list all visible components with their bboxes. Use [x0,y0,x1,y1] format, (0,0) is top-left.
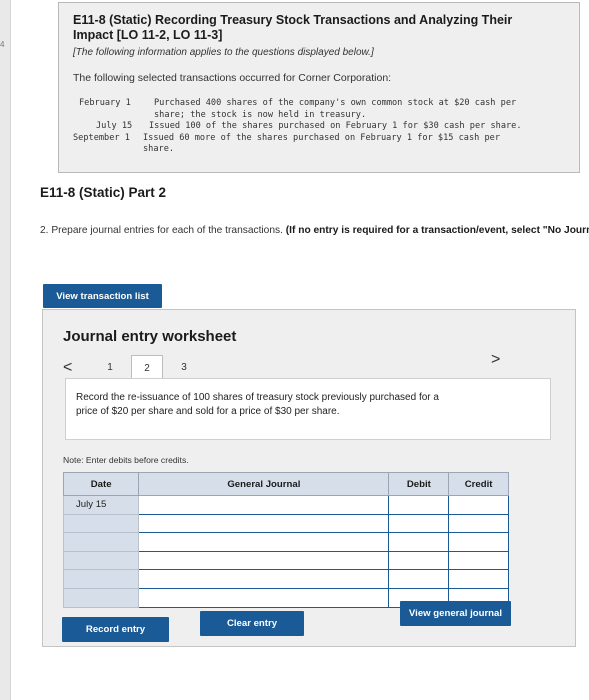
part-title: E11-8 (Static) Part 2 [40,185,167,200]
date-cell [62,550,140,571]
date-column-header: Date [62,472,140,496]
worksheet-title: Journal entry worksheet [63,328,237,345]
transaction-description: share. [143,144,175,154]
credit-input[interactable] [448,569,509,589]
transaction-date: February 1 [79,98,131,108]
note-text: Note: Enter debits before credits. [63,455,189,465]
record-entry-button[interactable]: Record entry [62,617,169,642]
transaction-description: Issued 100 of the shares purchased on Fe… [149,121,522,131]
journal-row [62,569,509,589]
question-instruction: (If no entry is required for a transacti… [285,225,589,236]
date-cell [62,587,140,608]
account-column-header: General Journal [138,472,390,496]
credit-input[interactable] [448,495,509,515]
debit-column-header: Debit [388,472,450,496]
credit-input[interactable] [448,550,509,571]
view-general-journal-button[interactable]: View general journal [400,601,511,626]
prev-arrow-icon[interactable]: < [63,360,72,376]
tab-1[interactable]: 1 [99,362,121,378]
tab-3[interactable]: 3 [173,362,195,378]
page-number: 4 [0,40,5,49]
intro-note: [The following information applies to th… [73,47,374,58]
account-input[interactable] [138,587,390,608]
journal-table: Date General Journal Debit Credit July 1… [62,472,509,608]
debit-input[interactable] [388,513,450,534]
instruction-box: Record the re-issuance of 100 shares of … [65,378,551,440]
account-input[interactable] [138,532,390,552]
transaction-date: September 1 [73,132,130,143]
journal-row [62,532,509,552]
account-input[interactable] [138,550,390,571]
account-input[interactable] [138,569,390,589]
account-input[interactable] [138,513,390,534]
debit-input[interactable] [388,532,450,552]
credit-input[interactable] [448,513,509,534]
problem-title: E11-8 (Static) Recording Treasury Stock … [73,13,513,42]
journal-row [62,513,509,534]
next-arrow-icon[interactable]: > [491,352,500,368]
tab-2[interactable]: 2 [131,355,163,379]
journal-entry-worksheet: Journal entry worksheet < > 1 2 3 Record… [42,309,576,647]
instruction-text: Record the re-issuance of 100 shares of … [76,392,439,417]
transaction-date: July 15 [96,121,133,131]
question-prefix: 2. Prepare journal entries for each of t… [40,225,286,236]
credit-column-header: Credit [448,472,509,496]
transaction-description: Issued 60 more of the shares purchased o… [143,132,500,143]
debit-input[interactable] [388,569,450,589]
credit-input[interactable] [448,532,509,552]
account-input[interactable] [138,495,390,515]
view-transaction-list-button[interactable]: View transaction list [43,284,162,308]
date-cell [62,569,140,589]
date-cell [62,513,140,534]
transaction-description: Purchased 400 shares of the company's ow… [154,98,517,108]
journal-row: July 15 [62,495,509,515]
problem-info-panel: E11-8 (Static) Recording Treasury Stock … [58,2,580,173]
clear-entry-button[interactable]: Clear entry [200,611,304,636]
journal-row [62,550,509,571]
transaction-description: share; the stock is now held in treasury… [154,109,367,120]
lead-text: The following selected transactions occu… [73,72,392,84]
date-cell [62,532,140,552]
date-cell: July 15 [62,495,140,515]
debit-input[interactable] [388,550,450,571]
debit-input[interactable] [388,495,450,515]
question-text: 2. Prepare journal entries for each of t… [40,224,589,237]
journal-header-row: Date General Journal Debit Credit [62,472,509,496]
left-rail: 4 [0,0,11,700]
